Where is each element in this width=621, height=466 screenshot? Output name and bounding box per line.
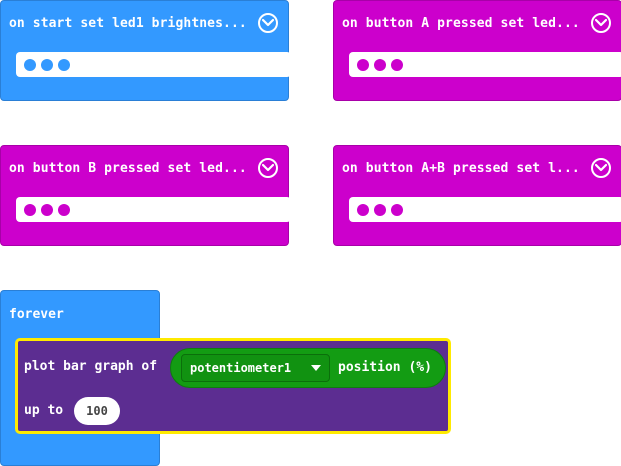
- on-start-label: on start set led1 brightnes...: [9, 16, 247, 31]
- collapsed-statement-slot[interactable]: [16, 52, 291, 77]
- on-start-block[interactable]: on start set led1 brightnes...: [0, 0, 291, 101]
- expand-chevron-icon[interactable]: [591, 13, 611, 33]
- dropdown-caret-icon: [311, 365, 321, 371]
- ellipsis-dot-icon: [374, 59, 386, 71]
- collapsed-statement-slot[interactable]: [349, 52, 621, 77]
- on-button-a-label: on button A pressed set led...: [342, 16, 580, 31]
- ellipsis-dot-icon: [357, 59, 369, 71]
- plot-bar-graph-block[interactable]: plot bar graph of potentiometer1 positio…: [15, 338, 451, 434]
- collapsed-statement-slot[interactable]: [16, 197, 291, 222]
- potentiometer-dropdown-value: potentiometer1: [190, 361, 292, 375]
- plot-bar-graph-label: plot bar graph of: [24, 359, 158, 374]
- expand-chevron-icon[interactable]: [258, 158, 278, 178]
- ellipsis-dot-icon: [58, 59, 70, 71]
- expand-chevron-icon[interactable]: [591, 158, 611, 178]
- ellipsis-dot-icon: [391, 204, 403, 216]
- on-button-ab-label: on button A+B pressed set l...: [342, 161, 580, 176]
- up-to-label: up to: [24, 403, 64, 418]
- on-button-b-block[interactable]: on button B pressed set led...: [0, 145, 291, 246]
- position-percent-label: position (%): [338, 360, 432, 375]
- potentiometer-dropdown[interactable]: potentiometer1: [181, 354, 330, 382]
- forever-label: forever: [9, 307, 64, 322]
- collapsed-statement-slot[interactable]: [349, 197, 621, 222]
- ellipsis-dot-icon: [58, 204, 70, 216]
- expand-chevron-icon[interactable]: [258, 13, 278, 33]
- on-button-ab-block[interactable]: on button A+B pressed set l...: [333, 145, 621, 246]
- ellipsis-dot-icon: [374, 204, 386, 216]
- potentiometer-position-reporter[interactable]: potentiometer1 position (%): [170, 348, 446, 388]
- on-button-a-block[interactable]: on button A pressed set led...: [333, 0, 621, 101]
- ellipsis-dot-icon: [24, 59, 36, 71]
- on-button-b-label: on button B pressed set led...: [9, 161, 247, 176]
- ellipsis-dot-icon: [391, 59, 403, 71]
- ellipsis-dot-icon: [41, 59, 53, 71]
- ellipsis-dot-icon: [41, 204, 53, 216]
- up-to-value-input[interactable]: 100: [74, 397, 120, 425]
- ellipsis-dot-icon: [24, 204, 36, 216]
- ellipsis-dot-icon: [357, 204, 369, 216]
